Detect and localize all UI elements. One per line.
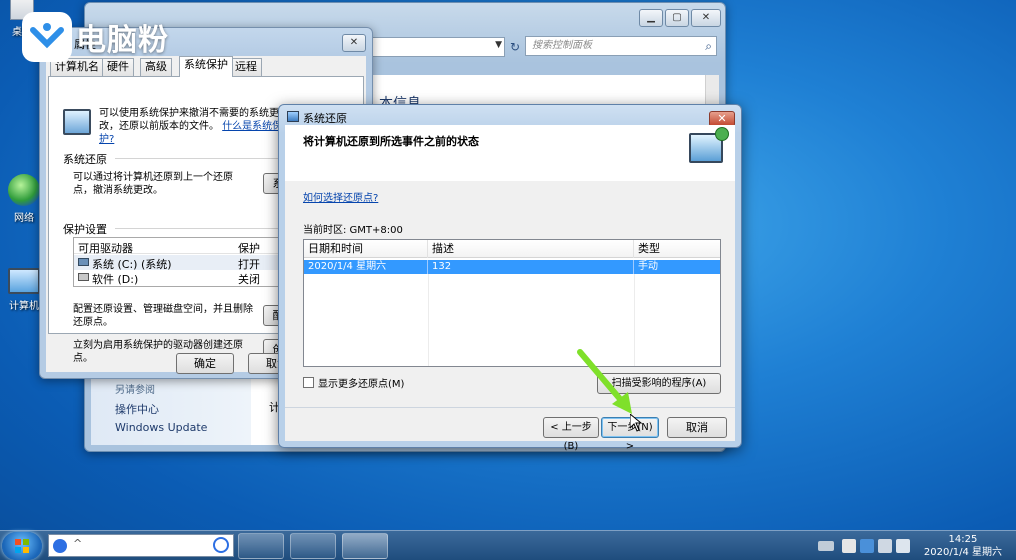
drive-d-icon	[78, 273, 89, 281]
shield-computer-icon	[63, 109, 91, 135]
table-row[interactable]: 2020/1/4 星期六 14:08:37 132 手动	[304, 260, 720, 286]
col-type[interactable]: 类型	[634, 240, 720, 258]
taskbar-search-input[interactable]: ^	[48, 534, 234, 557]
search-input[interactable]: 搜索控制面板 ⌕	[525, 36, 717, 56]
dialog-heading: 将计算机还原到所选事件之前的状态	[303, 135, 479, 148]
search-icon[interactable]: ⌕	[705, 37, 712, 55]
restore-text: 可以通过将计算机还原到上一个还原点，撤消系统更改。	[73, 172, 233, 196]
baidu-paw-icon	[53, 539, 67, 553]
col-protect: 保护	[238, 242, 260, 255]
logo: 电脑粉	[22, 12, 169, 62]
clock-date: 2020/1/4 星期六	[923, 547, 1002, 558]
dialog-header: 将计算机还原到所选事件之前的状态	[285, 125, 735, 181]
clock-badge-icon	[715, 127, 729, 141]
protection-group-label: 保护设置	[63, 223, 107, 236]
back-button[interactable]: < 上一步(B)	[543, 417, 599, 452]
timezone-label: 当前时区: GMT+8:00	[303, 225, 403, 236]
flag-icon[interactable]	[842, 539, 856, 553]
checkbox-box[interactable]	[303, 377, 314, 388]
chevron-up-icon[interactable]: ^	[73, 537, 82, 550]
taskbar-system-restore[interactable]	[342, 533, 388, 559]
sp-close-button[interactable]: ✕	[342, 34, 366, 52]
refresh-icon[interactable]: ↻	[507, 37, 523, 57]
col-description[interactable]: 描述	[428, 240, 634, 258]
cancel-button[interactable]: 取消	[667, 417, 727, 438]
ok-button[interactable]: 确定	[176, 353, 234, 374]
keyboard-icon[interactable]	[818, 541, 834, 551]
system-restore-dialog: 系统还原 ✕ 将计算机还原到所选事件之前的状态 如何选择还原点? 当前时区: G…	[278, 104, 742, 452]
maximize-button[interactable]: ▢	[665, 9, 689, 27]
network-icon-label: 网络	[14, 213, 34, 224]
col-date[interactable]: 日期和时间	[304, 240, 428, 258]
computer-icon-label: 计算机	[9, 301, 39, 312]
drive-c-icon	[78, 258, 89, 266]
taskbar: ^ 14:25 2020/1/4 星期六	[0, 530, 1016, 560]
action-center-link[interactable]: 操作中心	[115, 401, 159, 417]
dialog-title: 系统还原	[303, 112, 347, 125]
row-description: 132	[428, 260, 634, 274]
arrow-annotation-icon	[577, 349, 632, 414]
row-type: 手动	[638, 261, 658, 272]
col-drive: 可用驱动器	[78, 242, 133, 255]
intro-text: 可以使用系统保护来撤消不需要的系统更改，还原以前版本的文件。 什么是系统保护?	[99, 107, 287, 146]
network-tray-icon[interactable]	[878, 539, 892, 553]
start-button[interactable]	[2, 532, 42, 560]
list-header: 日期和时间 描述 类型	[304, 240, 720, 258]
taskbar-system-properties[interactable]	[290, 533, 336, 559]
tab-remote[interactable]: 远程	[230, 58, 262, 76]
config-text: 配置还原设置、管理磁盘空间，并且删除还原点。	[73, 304, 253, 328]
show-more-label: 显示更多还原点(M)	[318, 379, 405, 390]
clock-time: 14:25	[948, 534, 978, 545]
taskbar-control-panel[interactable]	[238, 533, 284, 559]
shield-icon[interactable]	[860, 539, 874, 553]
mouse-cursor-icon	[630, 414, 642, 432]
drive-status: 关闭	[238, 273, 260, 286]
drive-row[interactable]: 软件 (D:) 关闭	[74, 270, 292, 286]
globe-icon	[8, 174, 40, 206]
column-divider	[428, 274, 429, 366]
search-placeholder: 搜索控制面板	[532, 40, 592, 51]
close-button[interactable]: ✕	[691, 9, 721, 27]
drive-row[interactable]: 系统 (C:) (系统) 打开	[74, 255, 292, 271]
volume-icon[interactable]	[896, 539, 910, 553]
logo-text: 电脑粉	[76, 23, 169, 58]
show-more-checkbox[interactable]: 显示更多还原点(M)	[303, 375, 404, 390]
tab-system-protection[interactable]: 系统保护	[179, 56, 233, 77]
drive-list-header: 可用驱动器 保护	[74, 238, 292, 255]
windows-logo-icon	[15, 539, 29, 553]
restore-point-list[interactable]: 日期和时间 描述 类型 2020/1/4 星期六 14:08:37 132 手动	[303, 239, 721, 367]
clock[interactable]: 14:25 2020/1/4 星期六	[924, 533, 1002, 559]
logo-mark-icon	[22, 12, 72, 62]
drive-name: 软件 (D:)	[92, 273, 139, 286]
drive-list[interactable]: 可用驱动器 保护 系统 (C:) (系统) 打开 软件 (D:) 关闭	[73, 237, 293, 287]
minimize-button[interactable]: ▁	[639, 9, 663, 27]
restore-title-icon	[287, 111, 299, 122]
windows-update-link[interactable]: Windows Update	[115, 421, 207, 434]
search-icon[interactable]	[213, 537, 229, 553]
see-also-label: 另请参阅	[115, 385, 155, 396]
monitor-icon	[8, 268, 40, 294]
chevron-down-icon[interactable]: ▼	[495, 40, 502, 50]
restore-group-label: 系统还原	[63, 153, 107, 166]
how-to-choose-link[interactable]: 如何选择还原点?	[303, 189, 378, 204]
row-date: 2020/1/4 星期六 14:08:37	[304, 260, 428, 286]
button-bar-divider	[285, 407, 735, 408]
